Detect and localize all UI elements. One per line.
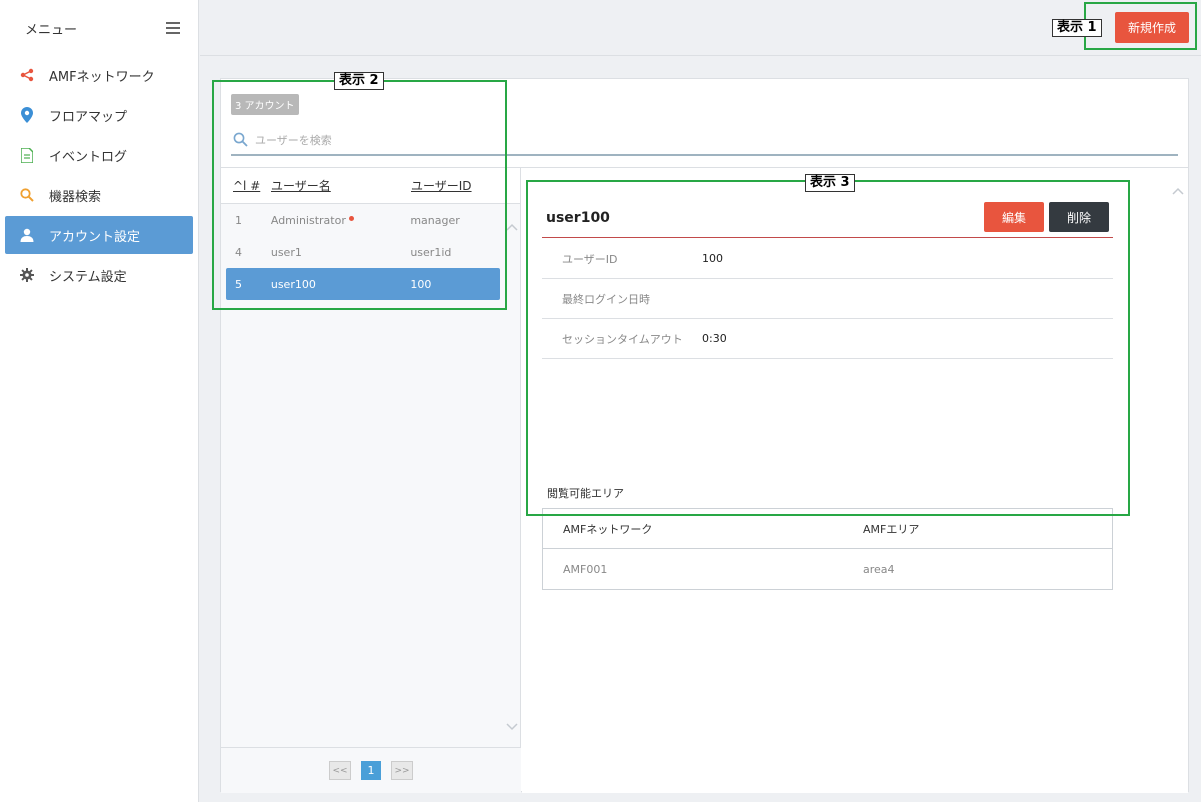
- sidebar-title: メニュー: [25, 22, 78, 38]
- sidebar-item-account-settings[interactable]: アカウント設定: [5, 216, 193, 254]
- account-count-badge: 3 アカウント: [231, 94, 299, 115]
- field-last-login: 最終ログイン日時: [542, 279, 1113, 319]
- area-table-header: AMFネットワーク AMFエリア: [543, 509, 1112, 549]
- field-session-timeout: セッションタイムアウト 0:30: [542, 319, 1113, 359]
- sidebar-item-label: AMFネットワーク: [49, 69, 155, 85]
- field-label: ユーザーID: [562, 252, 618, 266]
- prev-page-button[interactable]: <<: [329, 761, 351, 780]
- hamburger-menu-icon[interactable]: [166, 22, 180, 34]
- document-icon: [19, 147, 35, 163]
- next-page-button[interactable]: >>: [391, 761, 413, 780]
- row-name-text: Administrator: [270, 213, 346, 227]
- field-label: セッションタイムアウト: [562, 332, 683, 346]
- annotation-label-1: 表示 1: [1052, 19, 1102, 37]
- field-label: 最終ログイン日時: [562, 292, 650, 306]
- viewable-area-title: 閲覧可能エリア: [547, 487, 624, 500]
- sort-name-link[interactable]: ユーザー名: [271, 179, 331, 193]
- area-header-area: AMFエリア: [863, 522, 920, 536]
- map-pin-icon: [19, 107, 35, 123]
- sidebar-item-system-settings[interactable]: システム設定: [5, 256, 193, 294]
- sort-no-link[interactable]: ^l #: [233, 179, 260, 193]
- sort-id-link[interactable]: ユーザーID: [411, 179, 472, 193]
- table-row[interactable]: 1 Administrator manager: [226, 204, 500, 236]
- search-bar: [231, 126, 1178, 156]
- sidebar-nav: AMFネットワーク フロアマップ イベントログ 機器検索 アカウント設定 システ…: [0, 56, 198, 294]
- column-header-no[interactable]: ^l #: [221, 179, 271, 193]
- field-value: 100: [702, 252, 723, 265]
- row-no: 1: [235, 213, 242, 227]
- annotation-label-3: 表示 3: [805, 174, 855, 192]
- page-1-button[interactable]: 1: [361, 761, 381, 780]
- chevron-up-icon[interactable]: [1172, 184, 1184, 195]
- area-cell-network: AMF001: [563, 562, 608, 576]
- row-name: user1: [270, 245, 302, 259]
- sidebar-item-device-search[interactable]: 機器検索: [5, 176, 193, 214]
- top-bar: 新規作成: [200, 0, 1201, 56]
- field-user-id: ユーザーID 100: [542, 239, 1113, 279]
- share-icon: [19, 67, 35, 83]
- row-no: 5: [235, 277, 242, 291]
- row-no: 4: [235, 245, 242, 259]
- sidebar-header: メニュー: [0, 0, 198, 56]
- detail-header: user100 編集 削除: [542, 196, 1113, 238]
- edit-button[interactable]: 編集: [984, 202, 1044, 232]
- sidebar-item-amf-network[interactable]: AMFネットワーク: [5, 56, 193, 94]
- sidebar-item-label: 機器検索: [49, 189, 102, 205]
- column-header-name[interactable]: ユーザー名: [271, 177, 411, 194]
- row-id: user1id: [410, 245, 452, 259]
- chevron-down-icon[interactable]: [506, 720, 518, 731]
- new-account-button[interactable]: 新規作成: [1115, 12, 1189, 43]
- pagination: << 1 >>: [221, 747, 521, 793]
- sidebar-item-label: アカウント設定: [49, 229, 141, 245]
- viewable-area-table: AMFネットワーク AMFエリア AMF001 area4: [542, 508, 1113, 590]
- sidebar-item-event-log[interactable]: イベントログ: [5, 136, 193, 174]
- user-icon: [19, 227, 35, 243]
- row-name: user100: [270, 277, 316, 291]
- sidebar-item-floor-map[interactable]: フロアマップ: [5, 96, 193, 134]
- sidebar-item-label: イベントログ: [49, 149, 128, 165]
- table-row[interactable]: 4 user1 user1id: [226, 236, 500, 268]
- account-detail: user100 編集 削除 ユーザーID 100 最終ログイン日時 セッションタ…: [522, 168, 1188, 793]
- search-icon: [233, 132, 249, 148]
- table-row-selected[interactable]: 5 user100 100: [226, 268, 500, 300]
- account-list-body: 1 Administrator manager 4 user1 user1id …: [221, 204, 505, 300]
- gear-icon: [19, 267, 35, 283]
- account-list-header: ^l # ユーザー名 ユーザーID: [221, 168, 520, 204]
- area-cell-area: area4: [863, 562, 895, 576]
- account-list: ^l # ユーザー名 ユーザーID 1 Administrator manage…: [221, 168, 521, 793]
- row-id: 100: [410, 277, 432, 291]
- annotation-label-2: 表示 2: [334, 72, 384, 90]
- main-panel: 3 アカウント ^l # ユーザー名 ユーザーID 1 Administrato…: [220, 78, 1189, 793]
- detail-title: user100: [546, 210, 610, 226]
- column-header-id[interactable]: ユーザーID: [411, 177, 501, 194]
- admin-indicator-dot: [348, 215, 354, 221]
- field-value: 0:30: [702, 332, 727, 345]
- table-row: AMF001 area4: [543, 549, 1112, 589]
- account-list-toolbar: 3 アカウント: [221, 79, 1188, 168]
- user-search-input[interactable]: [255, 133, 1178, 147]
- row-id: manager: [410, 213, 460, 227]
- row-name: Administrator: [271, 214, 410, 227]
- sidebar-item-label: システム設定: [49, 269, 127, 285]
- area-header-network: AMFネットワーク: [563, 522, 653, 536]
- sidebar-item-label: フロアマップ: [49, 109, 128, 125]
- search-icon: [19, 187, 35, 203]
- delete-button[interactable]: 削除: [1049, 202, 1109, 232]
- chevron-up-icon[interactable]: [506, 220, 518, 231]
- sidebar: メニュー AMFネットワーク フロアマップ イベントログ 機器検索 アカウント設…: [0, 0, 199, 802]
